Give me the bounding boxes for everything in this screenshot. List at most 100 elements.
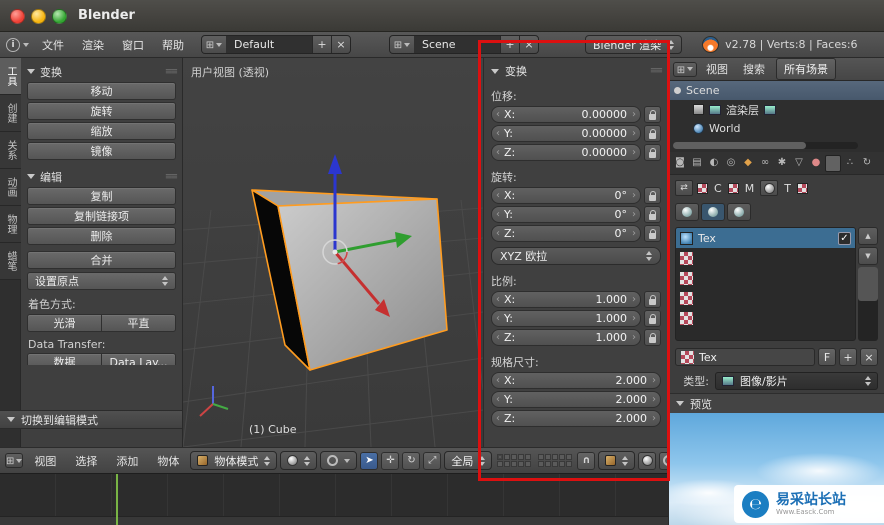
shade-smooth-button[interactable]: 光滑 — [27, 314, 102, 332]
move-slot-down-button[interactable] — [858, 247, 878, 265]
tab-modifiers[interactable] — [774, 155, 790, 172]
increment-arrow-icon[interactable] — [632, 227, 636, 241]
timeline-editor[interactable] — [0, 473, 668, 525]
tab-render-layers[interactable] — [689, 155, 705, 172]
render-engine-dropdown[interactable]: Blender 渲染 — [585, 35, 683, 54]
set-origin-dropdown[interactable]: 设置原点 — [27, 272, 176, 290]
decrement-arrow-icon[interactable] — [496, 312, 500, 326]
texture-list-scrollbar[interactable] — [858, 267, 878, 341]
texture-type-dropdown[interactable]: 图像/影片 — [715, 372, 878, 390]
tab-object-data[interactable] — [791, 155, 807, 172]
decrement-arrow-icon[interactable] — [496, 208, 500, 222]
maximize-window-button[interactable] — [52, 9, 67, 24]
scene-browse-button[interactable] — [390, 36, 414, 53]
current-frame-cursor[interactable] — [116, 474, 118, 525]
menu-select[interactable]: 选择 — [67, 453, 105, 469]
outliner-search-menu[interactable]: 搜索 — [737, 59, 771, 79]
dimensions-z-field[interactable]: Z: 2.000 — [491, 410, 661, 427]
world-texture-context-button[interactable] — [675, 203, 699, 221]
menu-object[interactable]: 物体 — [149, 453, 187, 469]
scale-x-field[interactable]: X: 1.000 — [491, 291, 641, 308]
edit-mode-toggle-bar[interactable]: 切换到编辑模式 — [0, 410, 182, 429]
increment-arrow-icon[interactable] — [632, 189, 636, 203]
tab-animation[interactable]: 动画 — [0, 169, 21, 206]
move-button[interactable]: 移动 — [27, 82, 176, 100]
increment-arrow-icon[interactable] — [632, 208, 636, 222]
outliner-item-render-layers[interactable]: 渲染层 — [669, 100, 884, 119]
increment-arrow-icon[interactable] — [652, 412, 656, 426]
viewport-3d[interactable]: 用户视图 (透视) (1) Cube — [183, 58, 483, 447]
increment-arrow-icon[interactable] — [632, 127, 636, 141]
rotation-mode-dropdown[interactable]: XYZ 欧拉 — [491, 247, 661, 265]
tab-constraints[interactable] — [757, 155, 773, 172]
brush-texture-context-button[interactable] — [727, 203, 751, 221]
material-sphere-icon[interactable] — [760, 180, 779, 196]
decrement-arrow-icon[interactable] — [496, 146, 500, 160]
preview-panel-header[interactable]: 预览 — [669, 393, 884, 413]
outliner-item-world[interactable]: World — [669, 119, 884, 138]
menu-add[interactable]: 添加 — [108, 453, 146, 469]
tab-physics[interactable]: 物理 — [0, 206, 21, 243]
fake-user-button[interactable]: F — [818, 348, 836, 366]
snap-element-dropdown[interactable] — [598, 451, 636, 470]
decrement-arrow-icon[interactable] — [496, 127, 500, 141]
lock-rotation-z-button[interactable] — [644, 225, 661, 242]
outliner-filter-dropdown[interactable]: 所有场景 — [776, 58, 836, 80]
increment-arrow-icon[interactable] — [652, 374, 656, 388]
dimensions-x-field[interactable]: X: 2.000 — [491, 372, 661, 389]
decrement-arrow-icon[interactable] — [496, 108, 500, 122]
menu-help[interactable]: 帮助 — [153, 34, 193, 56]
layer-grid-right[interactable] — [538, 454, 573, 467]
tab-render[interactable] — [672, 155, 688, 172]
outliner-editor-type-button[interactable] — [673, 61, 697, 77]
texture-slot-empty[interactable] — [676, 308, 855, 328]
edit-panel-header[interactable]: 编辑 — [27, 168, 176, 185]
unlink-texture-button[interactable] — [860, 348, 878, 366]
dimensions-y-field[interactable]: Y: 2.000 — [491, 391, 661, 408]
delete-button[interactable]: 删除 — [27, 227, 176, 245]
lock-scale-z-button[interactable] — [644, 329, 661, 346]
move-slot-up-button[interactable] — [858, 227, 878, 245]
rotate-button[interactable]: 旋转 — [27, 102, 176, 120]
increment-arrow-icon[interactable] — [652, 393, 656, 407]
mirror-button[interactable]: 镜像 — [27, 142, 176, 160]
data-button[interactable]: 数据 — [27, 353, 102, 365]
delete-screen-button[interactable] — [331, 36, 350, 53]
decrement-arrow-icon[interactable] — [496, 374, 500, 388]
lock-rotation-x-button[interactable] — [644, 187, 661, 204]
outliner-item-scene[interactable]: Scene — [669, 81, 884, 100]
lock-location-x-button[interactable] — [644, 106, 661, 123]
decrement-arrow-icon[interactable] — [496, 412, 500, 426]
tab-object[interactable] — [740, 155, 756, 172]
join-button[interactable]: 合并 — [27, 251, 176, 269]
scale-y-field[interactable]: Y: 1.000 — [491, 310, 641, 327]
viewport-shading-dropdown[interactable] — [280, 451, 318, 470]
scale-button[interactable]: 缩放 — [27, 122, 176, 140]
texture-slot-active[interactable]: Tex — [676, 228, 855, 248]
increment-arrow-icon[interactable] — [632, 108, 636, 122]
lock-location-z-button[interactable] — [644, 144, 661, 161]
lock-scale-y-button[interactable] — [644, 310, 661, 327]
translate-manipulator-button[interactable] — [381, 451, 400, 470]
shade-flat-button[interactable]: 平直 — [102, 314, 176, 332]
outliner-horizontal-scrollbar[interactable] — [673, 142, 858, 149]
menu-render[interactable]: 渲染 — [73, 34, 113, 56]
add-screen-button[interactable] — [312, 36, 331, 53]
delete-scene-button[interactable] — [519, 36, 538, 53]
location-z-field[interactable]: Z: 0.00000 — [491, 144, 641, 161]
lock-location-y-button[interactable] — [644, 125, 661, 142]
location-x-field[interactable]: X: 0.00000 — [491, 106, 641, 123]
screen-layout-value[interactable]: Default — [226, 36, 312, 53]
rotation-y-field[interactable]: Y: 0° — [491, 206, 641, 223]
tab-tools[interactable]: 工具 — [0, 58, 21, 95]
minimize-window-button[interactable] — [31, 9, 46, 24]
lock-rotation-y-button[interactable] — [644, 206, 661, 223]
decrement-arrow-icon[interactable] — [496, 331, 500, 345]
transform-orientation-dropdown[interactable]: 全局 — [444, 451, 493, 470]
material-texture-context-button[interactable] — [701, 203, 725, 221]
decrement-arrow-icon[interactable] — [496, 293, 500, 307]
rotation-z-field[interactable]: Z: 0° — [491, 225, 641, 242]
rotation-x-field[interactable]: X: 0° — [491, 187, 641, 204]
lock-scale-x-button[interactable] — [644, 291, 661, 308]
tab-grease-pencil[interactable]: 蜡笔 — [0, 243, 21, 280]
